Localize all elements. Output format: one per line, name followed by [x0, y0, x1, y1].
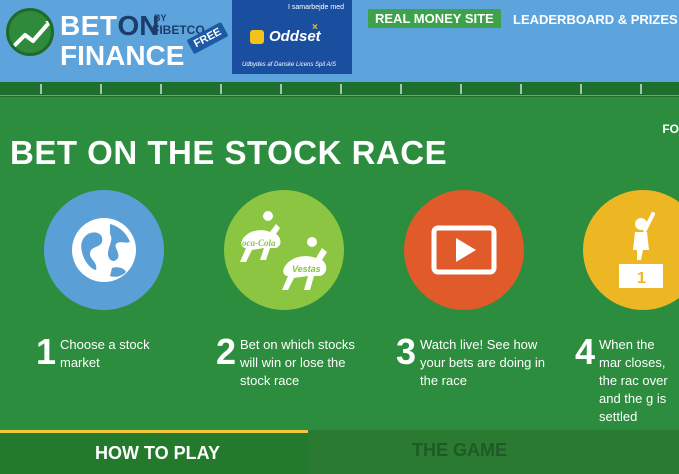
podium-number: 1 — [637, 270, 646, 287]
tab-how-to-play-label: HOW TO PLAY — [95, 443, 221, 463]
race-track-strip — [0, 82, 679, 97]
step-text: Bet on which stocks will win or lose the… — [240, 337, 355, 388]
horse-label-right: Vestas — [292, 264, 321, 274]
oddset-name: Oddset — [269, 28, 321, 45]
nav-real-money[interactable]: REAL MONEY SITE — [368, 9, 501, 28]
step-text: When the mar closes, the rac over and th… — [599, 337, 668, 424]
track-tick — [220, 84, 222, 94]
horse-label-left: Coca-Cola — [236, 238, 276, 248]
partner-bottom-text: Udbydes af Danske Licens Spil A/S — [242, 62, 337, 68]
section-tabs: HOW TO PLAY THE GAME — [0, 430, 679, 474]
tab-how-to-play[interactable]: HOW TO PLAY — [0, 430, 308, 474]
oddset-mark-icon — [250, 30, 264, 45]
partner-banner[interactable]: I samarbejde med × Oddset Udbydes af Dan… — [232, 0, 352, 74]
video-play-icon — [404, 190, 524, 310]
track-tick — [280, 84, 282, 94]
track-tick — [400, 84, 402, 94]
site-logo[interactable]: BETON BY FIBETCO FINANCE — [60, 10, 205, 71]
track-tick — [580, 84, 582, 94]
step-text: Watch live! See how your bets are doing … — [420, 337, 546, 388]
tab-the-game[interactable]: THE GAME — [308, 430, 679, 474]
site-header: BETON BY FIBETCO FINANCE FREE I samarbej… — [0, 0, 679, 82]
track-tick — [100, 84, 102, 94]
track-tick — [520, 84, 522, 94]
logo-chart-icon[interactable] — [6, 8, 54, 56]
step-number: 2 — [216, 331, 237, 372]
cut-off-heading: FO — [662, 122, 679, 136]
partner-top-text: I samarbejde med — [287, 4, 344, 11]
page-title: BET ON THE STOCK RACE — [10, 134, 448, 171]
track-tick — [640, 84, 642, 94]
podium-icon: 1 — [583, 190, 679, 310]
logo-finance: FINANCE — [60, 40, 185, 71]
nav-leaderboard[interactable]: LEADERBOARD & PRIZES — [513, 12, 678, 27]
step-number: 4 — [575, 331, 596, 372]
track-tick — [160, 84, 162, 94]
track-line — [0, 95, 679, 96]
step-text: Choose a stock market — [60, 337, 150, 370]
track-tick — [460, 84, 462, 94]
oddset-logo: Oddset — [250, 28, 321, 45]
logo-by: BY — [154, 13, 167, 23]
track-tick — [40, 84, 42, 94]
step-number: 3 — [396, 331, 417, 372]
step-number: 1 — [36, 331, 57, 372]
horse-race-icon: Coca-Cola Vestas — [224, 190, 344, 310]
track-tick — [340, 84, 342, 94]
globe-icon — [44, 190, 164, 310]
tab-the-game-label: THE GAME — [412, 440, 508, 460]
how-to-play-section: BET ON THE STOCK RACE FO Coca-Cola Vesta… — [0, 82, 679, 474]
logo-bet: BET — [60, 10, 118, 41]
